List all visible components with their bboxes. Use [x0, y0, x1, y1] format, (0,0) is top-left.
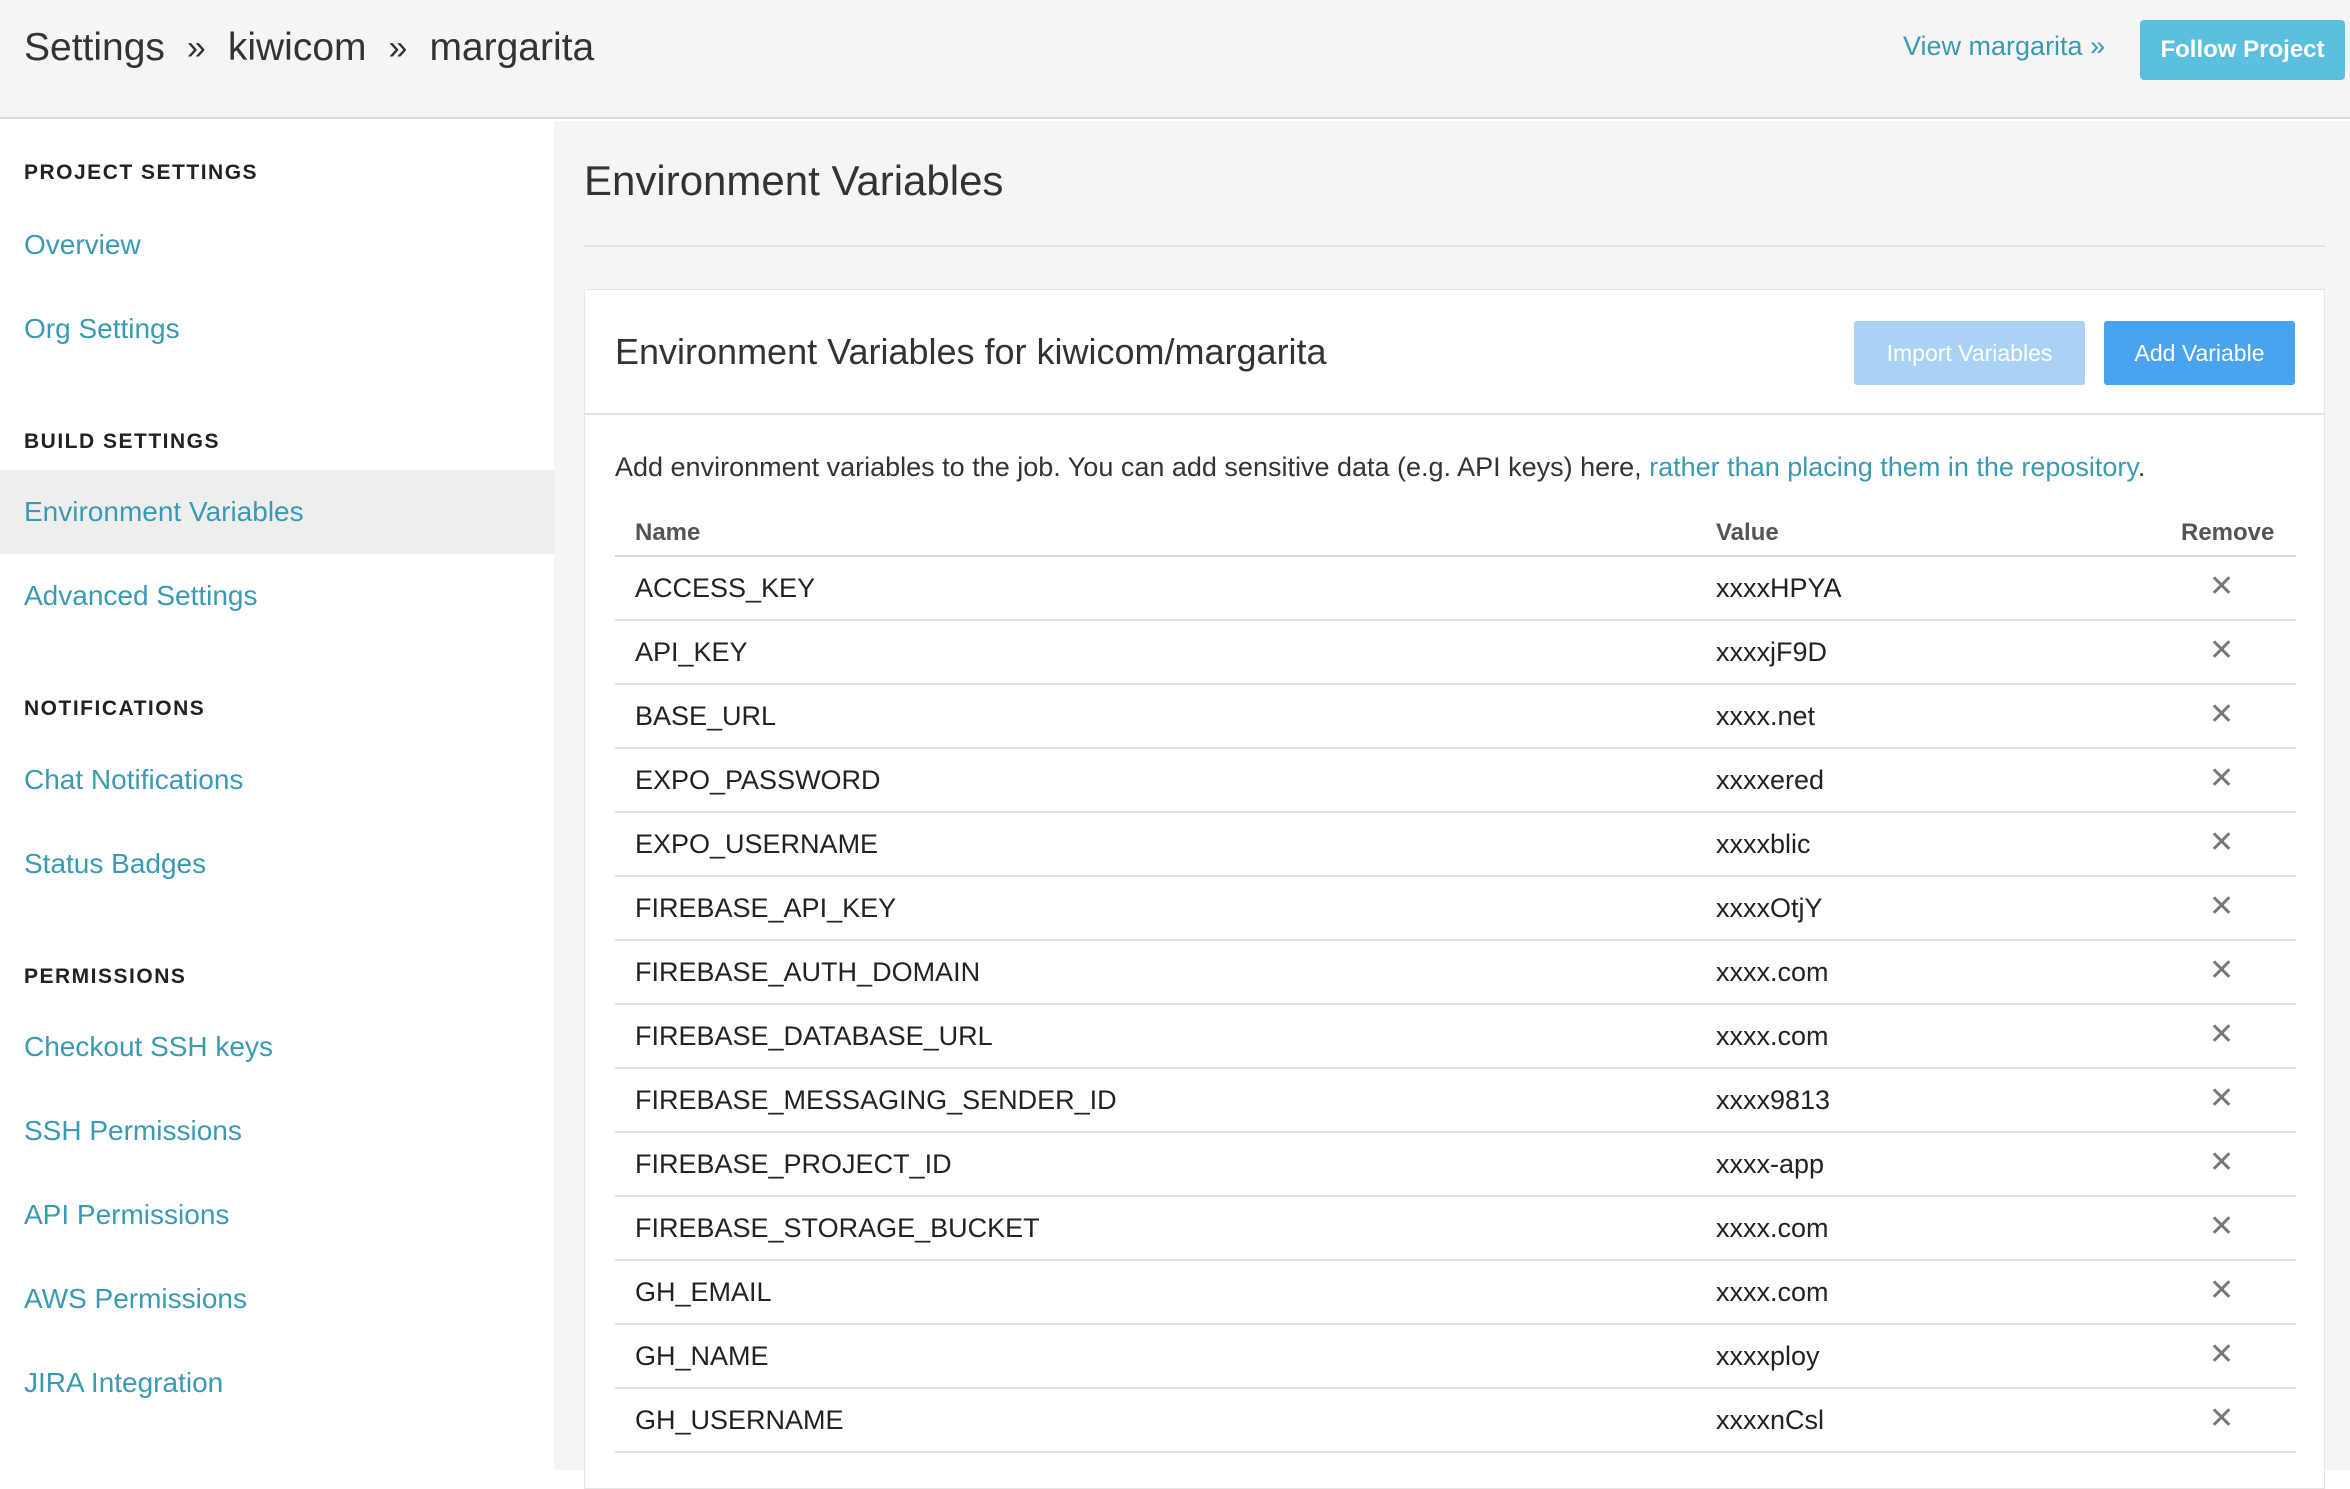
title-divider: [584, 245, 2325, 247]
remove-icon[interactable]: ✕: [2209, 697, 2234, 732]
main-content: Environment Variables Environment Variab…: [554, 121, 2350, 1489]
variable-value: xxxxered: [1716, 765, 1825, 795]
remove-icon[interactable]: ✕: [2209, 1273, 2234, 1308]
variable-value: xxxx.com: [1716, 957, 1829, 987]
remove-icon[interactable]: ✕: [2209, 889, 2234, 924]
sidebar-item-chat-notifications[interactable]: Chat Notifications: [0, 738, 554, 822]
table-row: FIREBASE_AUTH_DOMAIN xxxx.com ✕: [615, 941, 2296, 1005]
table-body: ACCESS_KEY xxxxHPYA ✕ API_KEY xxxxjF9D ✕ BASE_…: [615, 557, 2296, 1453]
variable-name: GH_EMAIL: [635, 1277, 772, 1307]
variable-value: xxxxOtjY: [1716, 893, 1823, 923]
breadcrumb-org[interactable]: kiwicom: [228, 26, 367, 70]
remove-icon[interactable]: ✕: [2209, 633, 2234, 668]
variable-value: xxxx.com: [1716, 1021, 1829, 1051]
variable-name: GH_USERNAME: [635, 1405, 844, 1435]
section-notifications: NOTIFICATIONS: [24, 697, 206, 720]
section-permissions: PERMISSIONS: [24, 965, 187, 988]
sidebar-item-status-badges[interactable]: Status Badges: [0, 822, 554, 906]
variable-value: xxxxblic: [1716, 829, 1811, 859]
variable-name: API_KEY: [635, 637, 748, 667]
table-row: FIREBASE_STORAGE_BUCKET xxxx.com ✕: [615, 1197, 2296, 1261]
variable-name: EXPO_USERNAME: [635, 829, 879, 859]
import-variables-button[interactable]: Import Variables: [1854, 321, 2085, 385]
env-vars-card: Environment Variables for kiwicom/margar…: [584, 289, 2325, 1489]
variable-value: xxxxjF9D: [1716, 637, 1828, 667]
remove-icon[interactable]: ✕: [2209, 1081, 2234, 1116]
sidebar-item-jira-integration[interactable]: JIRA Integration: [0, 1341, 554, 1425]
remove-icon[interactable]: ✕: [2209, 1145, 2234, 1180]
remove-icon[interactable]: ✕: [2209, 825, 2234, 860]
table-row: BASE_URL xxxx.net ✕: [615, 685, 2296, 749]
variable-name: BASE_URL: [635, 701, 777, 731]
description: Add environment variables to the job. Yo…: [615, 452, 2145, 483]
table-row: ACCESS_KEY xxxxHPYA ✕: [615, 557, 2296, 621]
sidebar-item-org-settings[interactable]: Org Settings: [0, 287, 554, 371]
breadcrumb-separator: »: [186, 28, 206, 67]
variable-value: xxxxploy: [1716, 1341, 1820, 1371]
page-title: Environment Variables: [584, 157, 1004, 204]
variable-name: EXPO_PASSWORD: [635, 765, 881, 795]
remove-icon[interactable]: ✕: [2209, 953, 2234, 988]
remove-icon[interactable]: ✕: [2209, 1337, 2234, 1372]
card-title: Environment Variables for kiwicom/margar…: [615, 331, 1327, 372]
env-vars-table: Name Value Remove ACCESS_KEY xxxxHPYA ✕ API…: [615, 515, 2296, 1453]
variable-value: xxxxnCsl: [1716, 1405, 1825, 1435]
breadcrumb-settings[interactable]: Settings: [24, 26, 165, 70]
remove-icon[interactable]: ✕: [2209, 1017, 2234, 1052]
variable-name: FIREBASE_PROJECT_ID: [635, 1149, 952, 1179]
table-row: GH_EMAIL xxxx.com ✕: [615, 1261, 2296, 1325]
remove-icon[interactable]: ✕: [2209, 761, 2234, 796]
variable-value: xxxx.net: [1716, 701, 1816, 731]
sidebar-item-ssh-permissions[interactable]: SSH Permissions: [0, 1089, 554, 1173]
remove-icon[interactable]: ✕: [2209, 569, 2234, 604]
variable-name: FIREBASE_MESSAGING_SENDER_ID: [635, 1085, 1117, 1115]
description-text: Add environment variables to the job. Yo…: [615, 452, 1650, 482]
variable-value: xxxxHPYA: [1716, 573, 1842, 603]
breadcrumb: Settings » kiwicom » margarita: [24, 26, 594, 70]
section-build-settings: BUILD SETTINGS: [24, 430, 221, 453]
sidebar-item-aws-permissions[interactable]: AWS Permissions: [0, 1257, 554, 1341]
follow-project-button[interactable]: Follow Project: [2140, 20, 2345, 80]
remove-icon[interactable]: ✕: [2209, 1401, 2234, 1436]
variable-value: xxxx-app: [1716, 1149, 1825, 1179]
variable-value: xxxx9813: [1716, 1085, 1831, 1115]
table-row: GH_USERNAME xxxxnCsl ✕: [615, 1389, 2296, 1453]
table-row: GH_NAME xxxxploy ✕: [615, 1325, 2296, 1389]
variable-name: GH_NAME: [635, 1341, 769, 1371]
column-value: Value: [1716, 519, 1779, 546]
sidebar-item-environment-variables[interactable]: Environment Variables: [0, 470, 554, 554]
table-row: EXPO_USERNAME xxxxblic ✕: [615, 813, 2296, 877]
card-header: Environment Variables for kiwicom/margar…: [585, 290, 2324, 415]
variable-value: xxxx.com: [1716, 1213, 1829, 1243]
add-variable-button[interactable]: Add Variable: [2104, 321, 2295, 385]
variable-name: ACCESS_KEY: [635, 573, 816, 603]
table-row: FIREBASE_PROJECT_ID xxxx-app ✕: [615, 1133, 2296, 1197]
variable-value: xxxx.com: [1716, 1277, 1829, 1307]
table-row: EXPO_PASSWORD xxxxered ✕: [615, 749, 2296, 813]
table-header: Name Value Remove: [615, 515, 2296, 557]
settings-sidebar: PROJECT SETTINGS Overview Org Settings B…: [0, 121, 554, 1470]
variable-name: FIREBASE_API_KEY: [635, 893, 897, 923]
remove-icon[interactable]: ✕: [2209, 1209, 2234, 1244]
table-row: FIREBASE_DATABASE_URL xxxx.com ✕: [615, 1005, 2296, 1069]
breadcrumb-project: margarita: [429, 26, 595, 69]
table-row: FIREBASE_MESSAGING_SENDER_ID xxxx9813 ✕: [615, 1069, 2296, 1133]
sidebar-item-checkout-ssh-keys[interactable]: Checkout SSH keys: [0, 1005, 554, 1089]
table-row: FIREBASE_API_KEY xxxxOtjY ✕: [615, 877, 2296, 941]
repository-docs-link[interactable]: rather than placing them in the reposito…: [1649, 452, 2138, 482]
table-row: API_KEY xxxxjF9D ✕: [615, 621, 2296, 685]
description-end: .: [2137, 452, 2146, 482]
variable-name: FIREBASE_DATABASE_URL: [635, 1021, 993, 1051]
column-name: Name: [635, 519, 701, 546]
sidebar-item-overview[interactable]: Overview: [0, 203, 554, 287]
sidebar-item-advanced-settings[interactable]: Advanced Settings: [0, 554, 554, 638]
view-project-link[interactable]: View margarita »: [1903, 31, 2105, 62]
breadcrumb-separator: »: [388, 28, 408, 67]
section-project-settings: PROJECT SETTINGS: [24, 161, 259, 184]
variable-name: FIREBASE_AUTH_DOMAIN: [635, 957, 981, 987]
sidebar-item-api-permissions[interactable]: API Permissions: [0, 1173, 554, 1257]
variable-name: FIREBASE_STORAGE_BUCKET: [635, 1213, 1040, 1243]
column-remove: Remove: [2181, 519, 2275, 546]
top-header: Settings » kiwicom » margarita View marg…: [0, 0, 2350, 119]
